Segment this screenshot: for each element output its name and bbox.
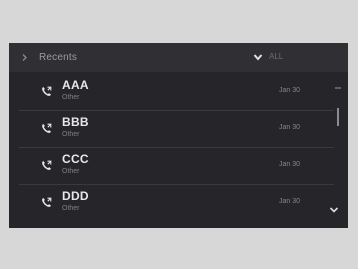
- contact-name: BBB: [62, 115, 89, 129]
- call-date: Jan 30: [279, 161, 301, 168]
- phone-icon: [42, 86, 52, 96]
- contact-name: CCC: [62, 152, 89, 166]
- phone-icon: [42, 123, 52, 133]
- call-row[interactable]: DDD Other Jan 30: [9, 185, 334, 222]
- phone-icon: [42, 160, 52, 170]
- recents-screen: Recents ALL AAA Other Jan 30 BBB Other J…: [9, 43, 348, 228]
- chevron-down-icon[interactable]: [253, 52, 263, 62]
- chevron-down-icon[interactable]: [329, 206, 339, 214]
- call-date: Jan 30: [279, 124, 301, 131]
- page-title: Recents: [39, 52, 78, 63]
- filter-label[interactable]: ALL: [269, 52, 283, 61]
- call-row[interactable]: AAA Other Jan 30: [9, 74, 334, 111]
- call-row[interactable]: CCC Other Jan 30: [9, 148, 334, 185]
- call-date: Jan 30: [279, 87, 301, 94]
- number-type: Other: [62, 168, 80, 175]
- scroll-up-indicator[interactable]: [335, 87, 341, 89]
- phone-icon: [42, 197, 52, 207]
- recents-header: Recents ALL: [9, 43, 348, 72]
- call-row[interactable]: BBB Other Jan 30: [9, 111, 334, 148]
- chevron-right-icon[interactable]: [22, 54, 27, 61]
- contact-name: AAA: [62, 78, 89, 92]
- number-type: Other: [62, 94, 80, 101]
- number-type: Other: [62, 131, 80, 138]
- number-type: Other: [62, 205, 80, 212]
- contact-name: DDD: [62, 189, 89, 203]
- scrollbar-thumb[interactable]: [337, 108, 339, 126]
- call-date: Jan 30: [279, 198, 301, 205]
- page: Recents ALL AAA Other Jan 30 BBB Other J…: [0, 0, 358, 269]
